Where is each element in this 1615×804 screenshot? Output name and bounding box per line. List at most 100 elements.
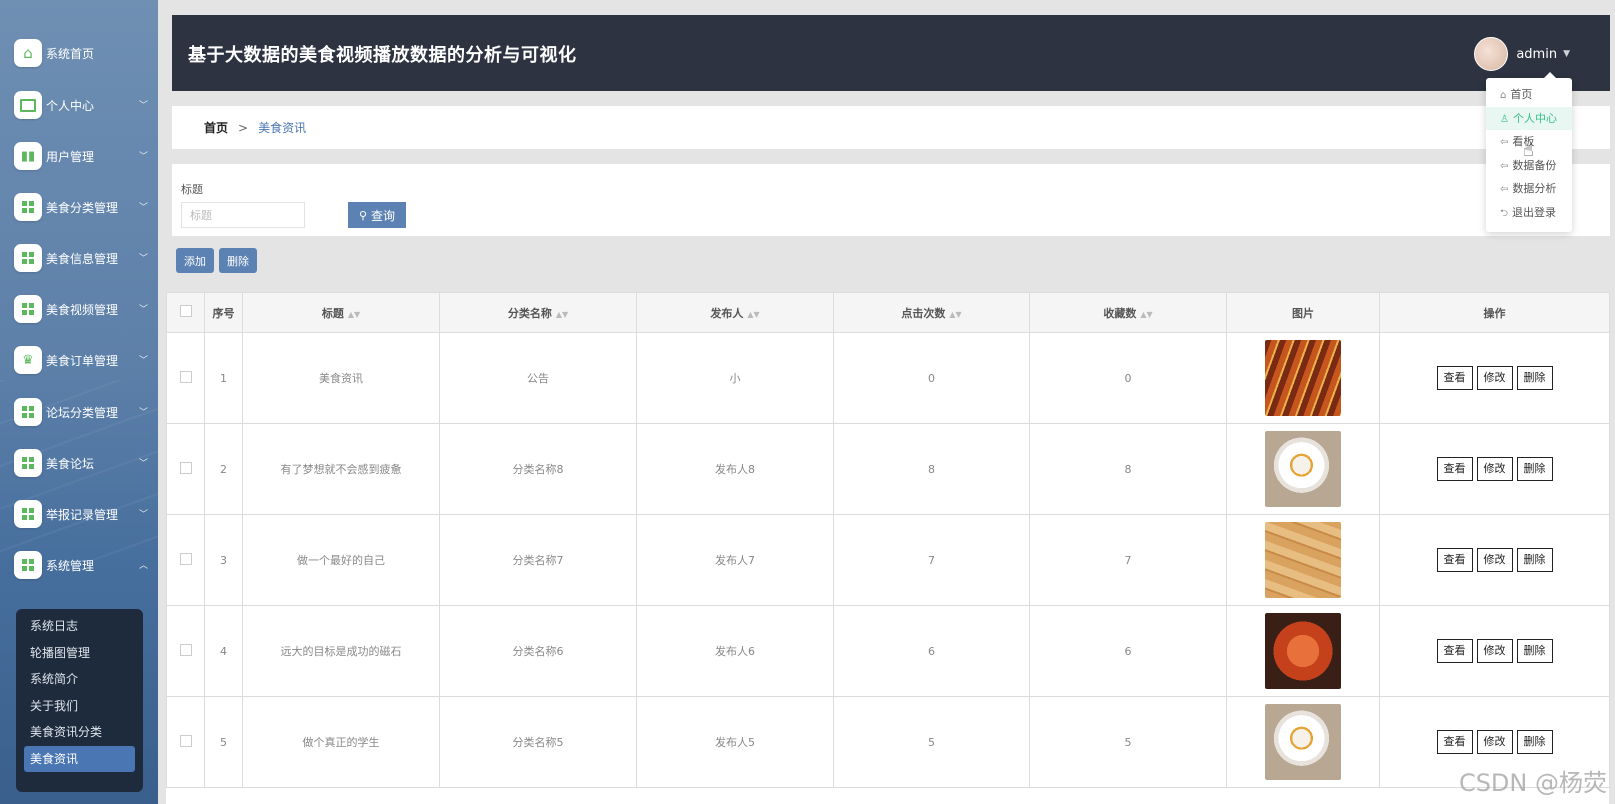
chevron-down-icon: ﹀ [138,305,148,315]
hand-cursor-icon: ☝ [1523,140,1534,161]
food-thumbnail[interactable] [1265,340,1341,416]
cell-publisher: 发布人7 [636,514,834,606]
dropdown-item-profile[interactable]: ♙ 个人中心 [1486,106,1572,130]
edit-button[interactable]: 修改 [1476,366,1513,390]
edit-button[interactable]: 修改 [1476,457,1513,481]
dropdown-item-analysis[interactable]: ⇦ 数据分析 [1486,177,1572,201]
cell-clicks: 5 [833,696,1030,788]
cell-actions: 查看 修改 删除 [1379,423,1610,515]
home-icon: ⌂ [1500,90,1507,101]
submenu-item[interactable]: 美食资讯分类 [24,719,135,746]
submenu-item[interactable]: 系统简介 [24,666,135,693]
row-delete-button[interactable]: 删除 [1516,639,1553,663]
grid-icon [14,295,42,323]
cell-favorites: 5 [1029,696,1227,788]
data-table: 序号 标题 ▲▼ 分类名称 ▲▼ 发布人 ▲▼ 点击次数 ▲▼ 收藏数 ▲▼ 图片 操作 … [166,292,1610,804]
sidebar-item-6[interactable]: ♛ 美食订单管理 ﹀ [14,344,158,376]
sidebar: ⌂ 系统首页 个人中心 ﹀ ▮▮ 用户管理 ﹀ 美食分类管理 ﹀ 美食信息管理 ﹀ 美食视频管理 ﹀ ♛ 美… [0,0,158,804]
dropdown-item-home[interactable]: ⌂ 首页 [1486,83,1572,107]
food-thumbnail[interactable] [1265,613,1341,689]
cell-publisher: 发布人6 [636,605,834,697]
sidebar-item-10[interactable]: 系统管理 ︿ [14,549,158,581]
submenu-item[interactable]: 轮播图管理 [24,640,135,667]
submenu-item[interactable]: 美食资讯 [24,745,135,772]
row-checkbox[interactable] [166,423,205,515]
cell-image [1226,605,1380,697]
table-header: 序号 标题 ▲▼ 分类名称 ▲▼ 发布人 ▲▼ 点击次数 ▲▼ 收藏数 ▲▼ 图片 操作 [166,292,1610,333]
col-header-category[interactable]: 分类名称 ▲▼ [439,292,637,333]
grid-icon [14,193,42,221]
chevron-down-icon: ﹀ [138,152,148,162]
sidebar-item-9[interactable]: 举报记录管理 ﹀ [14,498,158,530]
query-button[interactable]: ⚲ 查询 [348,202,406,228]
table-row: 1 美食资讯 公告小 0 0 查看 修改 删除 [166,332,1610,424]
edit-button[interactable]: 修改 [1476,730,1513,754]
row-delete-button[interactable]: 删除 [1516,548,1553,572]
cell-publisher: 小 [636,332,834,424]
sidebar-item-label: 举报记录管理 [46,507,119,522]
sidebar-item-4[interactable]: 美食信息管理 ﹀ [14,242,158,274]
search-input[interactable] [181,202,305,228]
edit-button[interactable]: 修改 [1476,548,1513,572]
search-panel: 标题 ⚲ 查询 [172,164,1610,236]
view-button[interactable]: 查看 [1436,730,1473,754]
table-row: 4 远大的目标是成功的磁石 分类名称6 发布人6 6 6 查看 修改 删除 [166,605,1610,697]
sidebar-item-label: 系统管理 [46,558,95,573]
table-row: 3 做一个最好的自己 分类名称7 发布人7 7 7 查看 修改 删除 [166,514,1610,606]
cell-no: 3 [204,514,243,606]
sidebar-item-3[interactable]: 美食分类管理 ﹀ [14,191,158,223]
cell-actions: 查看 修改 删除 [1379,514,1610,606]
cell-favorites: 0 [1029,332,1227,424]
food-thumbnail[interactable] [1265,704,1341,780]
row-checkbox[interactable] [166,605,205,697]
col-header-publisher[interactable]: 发布人 ▲▼ [636,292,834,333]
breadcrumb: 首页 > 美食资讯 [172,106,1610,149]
arrow-left-icon: ⇦ [1500,184,1509,195]
row-delete-button[interactable]: 删除 [1516,457,1553,481]
row-delete-button[interactable]: 删除 [1516,730,1553,754]
view-button[interactable]: 查看 [1436,548,1473,572]
chevron-down-icon: ﹀ [138,101,148,111]
col-header-title[interactable]: 标题 ▲▼ [242,292,440,333]
view-button[interactable]: 查看 [1436,366,1473,390]
cell-favorites: 7 [1029,514,1227,606]
page-title: 基于大数据的美食视频播放数据的分析与可视化 [188,45,577,66]
row-checkbox[interactable] [166,332,205,424]
view-button[interactable]: 查看 [1436,639,1473,663]
submenu-panel: 系统日志 轮播图管理 系统简介 关于我们 美食资讯分类 美食资讯 [16,609,143,792]
breadcrumb-home[interactable]: 首页 [204,119,228,136]
sidebar-item-0[interactable]: ⌂ 系统首页 [14,37,158,69]
row-checkbox[interactable] [166,696,205,788]
view-button[interactable]: 查看 [1436,457,1473,481]
submenu-item[interactable]: 系统日志 [24,613,135,640]
chevron-up-icon: ︿ [138,561,148,571]
row-checkbox[interactable] [166,514,205,606]
cell-title: 美食资讯 [242,332,440,424]
col-header-favorites[interactable]: 收藏数 ▲▼ [1029,292,1227,333]
add-button[interactable]: 添加 [176,248,214,273]
chevron-down-icon: ﹀ [138,203,148,213]
user-menu-toggle[interactable]: admin ▼ [1474,37,1570,71]
sidebar-item-1[interactable]: 个人中心 ﹀ [14,89,158,121]
dropdown-item-logout[interactable]: ⮌ 退出登录 [1486,201,1572,225]
sidebar-item-5[interactable]: 美食视频管理 ﹀ [14,293,158,325]
cell-image [1226,696,1380,788]
sidebar-item-8[interactable]: 美食论坛 ﹀ [14,447,158,479]
row-delete-button[interactable]: 删除 [1516,366,1553,390]
delete-button[interactable]: 删除 [219,248,257,273]
submenu-item[interactable]: 关于我们 [24,693,135,720]
sidebar-item-7[interactable]: 论坛分类管理 ﹀ [14,396,158,428]
sidebar-item-2[interactable]: ▮▮ 用户管理 ﹀ [14,140,158,172]
edit-button[interactable]: 修改 [1476,639,1513,663]
search-icon: ⚲ [358,208,368,222]
select-all-checkbox[interactable] [166,292,205,333]
food-thumbnail[interactable] [1265,522,1341,598]
col-header-no: 序号 [204,292,243,333]
sidebar-item-label: 用户管理 [46,149,95,164]
food-thumbnail[interactable] [1265,431,1341,507]
cell-image [1226,423,1380,515]
cell-no: 5 [204,696,243,788]
sidebar-item-label: 美食信息管理 [46,251,119,266]
col-header-clicks[interactable]: 点击次数 ▲▼ [833,292,1030,333]
cell-category: 分类名称7 [439,514,637,606]
